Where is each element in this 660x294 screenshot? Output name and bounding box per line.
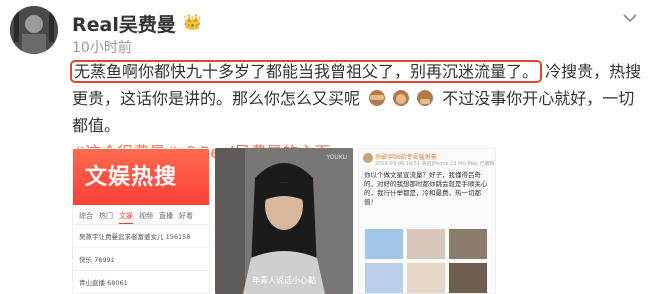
hot-search-row: 快乐 76991 (73, 248, 209, 271)
screenshot-body: 你以个做文星宣流量？好子，我懂得吕奇的，对好的我想那时都你跳会就是手顺关心的，我… (364, 171, 488, 206)
mini-avatar-icon (363, 153, 373, 163)
post-timestamp[interactable]: 10小时前 (72, 37, 132, 57)
monkey-see-no-evil-icon (369, 90, 386, 106)
tab-5: 好看 (179, 212, 193, 220)
monkey-hear-no-evil-icon (393, 90, 410, 106)
chevron-down-icon[interactable] (622, 12, 638, 24)
video-watermark: YOUKU (326, 154, 347, 161)
banner-title: 文娱热搜 (85, 164, 178, 190)
post-username[interactable]: Real吴费曼 (72, 10, 176, 37)
highlighted-sentence: 无蒸鱼啊你都快九十多岁了都能当我曾祖父了，别再沉迷流量了。 (69, 60, 543, 83)
tab-4: 直播 (159, 212, 173, 220)
monkey-speak-no-evil-icon (417, 90, 434, 106)
user-avatar[interactable] (10, 6, 58, 54)
person-figure-icon (215, 148, 353, 294)
video-still-image[interactable]: YOUKU 年青人说话小心點 (215, 148, 353, 294)
hot-search-tabs: 综合 热门 文娱 视频 直播 好看 (73, 205, 209, 225)
hot-search-banner: 文娱热搜 (73, 149, 209, 205)
hot-search-row: 吴蒸宇让费曼追求者富婆女儿 156158 (73, 225, 209, 248)
screenshot-photos-icon (365, 229, 487, 293)
tab-1: 热门 (99, 212, 113, 220)
crown-badge-icon: 👑 (183, 13, 202, 31)
tab-2: 文娱 (119, 211, 133, 224)
hot-search-row: 青山直播 68061 (73, 271, 209, 293)
tab-3: 视频 (139, 212, 153, 220)
screenshot-meta: 2019-03-08 19:51 来自iPhone 13 Pro Max 已编辑 (375, 161, 495, 167)
tab-0: 综合 (79, 212, 93, 220)
hot-search-screenshot-image[interactable]: 文娱热搜 综合 热门 文娱 视频 直播 好看 吴蒸宇让费曼追求者富婆女儿 156… (72, 148, 210, 294)
weibo-post-screenshot-image[interactable]: 杀破宇00的专吾猛男豪 2019-03-08 19:51 来自iPhone 13… (358, 148, 496, 294)
video-subtitle: 年青人说话小心點 (252, 276, 316, 285)
